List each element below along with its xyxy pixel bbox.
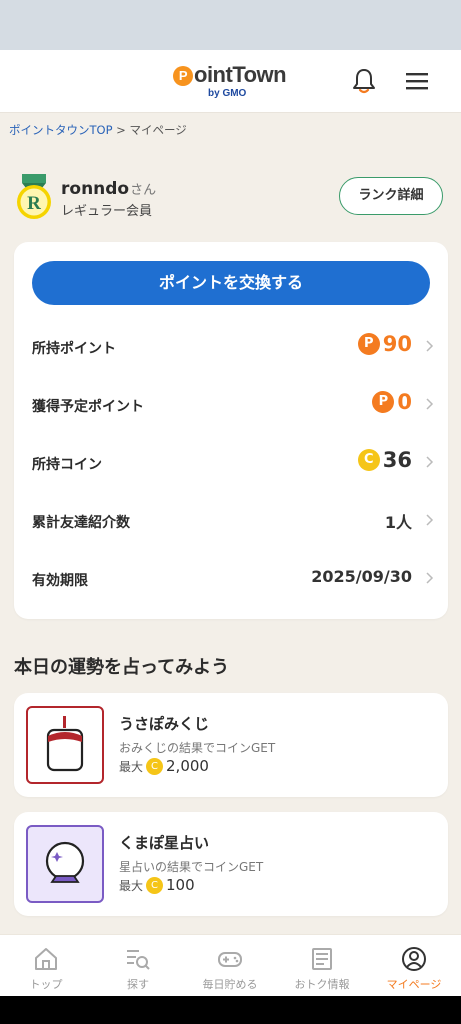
- gamepad-icon: [218, 952, 242, 967]
- chevron-right-icon: [426, 340, 434, 352]
- point-coin-icon: P: [372, 391, 395, 413]
- coin-icon: C: [146, 876, 164, 894]
- logo-text: ointTown: [194, 62, 287, 87]
- username-text: ronndo: [61, 179, 130, 199]
- logo-wordmark: PointTown: [173, 62, 287, 88]
- game-max-reward: 最大 C 100: [119, 876, 195, 894]
- omikuji-box-icon: [26, 706, 104, 784]
- pointtown-logo[interactable]: PointTown by GMO: [173, 62, 293, 102]
- max-label: 最大: [119, 759, 144, 774]
- usapo-omikuji-card[interactable]: うさぽみくじ おみくじの結果でコインGET 最大 C 2,000: [14, 693, 448, 797]
- row-value: C 36: [357, 448, 412, 472]
- row-label: 獲得予定ポイント: [32, 399, 144, 415]
- crystal-ball-icon: [26, 825, 104, 903]
- logo-subtext: by GMO: [208, 88, 247, 99]
- chevron-right-icon: [426, 514, 434, 526]
- kumapo-horoscope-card[interactable]: くまぽ星占い 星占いの結果でコインGET 最大 C 100: [14, 812, 448, 916]
- system-navigation-bar: [0, 996, 461, 1024]
- nav-label: おトク情報: [294, 978, 350, 991]
- referrals-value: 1人: [384, 513, 412, 532]
- nav-label: トップ: [29, 978, 63, 991]
- game-description: おみくじの結果でコインGET: [119, 741, 276, 755]
- nav-deals[interactable]: おトク情報: [276, 935, 368, 997]
- rank-badge-icon: R: [16, 174, 52, 220]
- rank-detail-button[interactable]: ランク詳細: [339, 177, 443, 215]
- breadcrumb: ポイントタウンTOP > マイページ: [9, 122, 187, 138]
- nav-daily[interactable]: 毎日貯める: [184, 935, 276, 997]
- nav-top[interactable]: トップ: [0, 935, 92, 997]
- nav-label: 探す: [127, 978, 149, 991]
- member-rank: レギュラー会員: [61, 204, 153, 219]
- max-label: 最大: [119, 878, 144, 893]
- row-label: 累計友達紹介数: [32, 515, 130, 531]
- max-amount: 100: [166, 876, 195, 894]
- coin-icon: C: [357, 449, 380, 471]
- game-title: くまぽ星占い: [119, 834, 210, 852]
- bell-icon[interactable]: [349, 66, 379, 96]
- row-value: P0: [372, 390, 412, 414]
- pending-points-value: 0: [397, 390, 412, 414]
- max-amount: 2,000: [166, 757, 209, 775]
- owned-coins-value: 36: [382, 448, 412, 472]
- nav-label: マイページ: [386, 978, 442, 991]
- row-expiry[interactable]: 有効期限 2025/09/30: [14, 550, 448, 608]
- fortune-section-title: 本日の運勢を占ってみよう: [14, 657, 230, 678]
- username-suffix: さん: [130, 183, 157, 198]
- rank-badge-letter: R: [27, 193, 41, 214]
- logo-p-mark: P: [173, 66, 193, 86]
- row-referrals[interactable]: 累計友達紹介数 1人: [14, 492, 448, 550]
- owned-points-value: 90: [382, 332, 412, 356]
- status-bar: [0, 0, 461, 50]
- row-label: 所持ポイント: [32, 341, 116, 357]
- breadcrumb-separator: >: [112, 123, 130, 137]
- coin-icon: C: [146, 757, 164, 775]
- hamburger-menu-icon[interactable]: [402, 66, 432, 96]
- breadcrumb-home-link[interactable]: ポイントタウンTOP: [9, 123, 113, 137]
- user-circle-icon: [402, 947, 426, 971]
- chevron-right-icon: [426, 456, 434, 468]
- exchange-points-button[interactable]: ポイントを交換する: [32, 261, 430, 305]
- search-list-icon: [127, 950, 150, 970]
- nav-mypage[interactable]: マイページ: [368, 935, 460, 997]
- breadcrumb-current: マイページ: [129, 123, 187, 137]
- point-coin-icon: P: [357, 333, 380, 355]
- bottom-navigation: トップ 探す 毎日貯める おトク情報 マイページ: [0, 934, 461, 997]
- username: ronndoさん: [61, 179, 156, 199]
- chevron-right-icon: [426, 398, 434, 410]
- game-max-reward: 最大 C 2,000: [119, 757, 209, 775]
- row-label: 所持コイン: [32, 457, 102, 473]
- newspaper-icon: [312, 948, 332, 970]
- row-owned-coins[interactable]: 所持コイン C 36: [14, 434, 448, 492]
- row-label: 有効期限: [32, 573, 88, 589]
- chevron-right-icon: [426, 572, 434, 584]
- row-value: P 90: [357, 332, 412, 356]
- game-description: 星占いの結果でコインGET: [119, 860, 264, 874]
- row-owned-points[interactable]: 所持ポイント P 90: [14, 318, 448, 376]
- nav-label: 毎日貯める: [202, 978, 258, 991]
- row-pending-points[interactable]: 獲得予定ポイント P0: [14, 376, 448, 434]
- nav-search[interactable]: 探す: [92, 935, 184, 997]
- home-icon: [35, 948, 57, 970]
- game-title: うさぽみくじ: [119, 715, 210, 733]
- expiry-value: 2025/09/30: [311, 567, 412, 586]
